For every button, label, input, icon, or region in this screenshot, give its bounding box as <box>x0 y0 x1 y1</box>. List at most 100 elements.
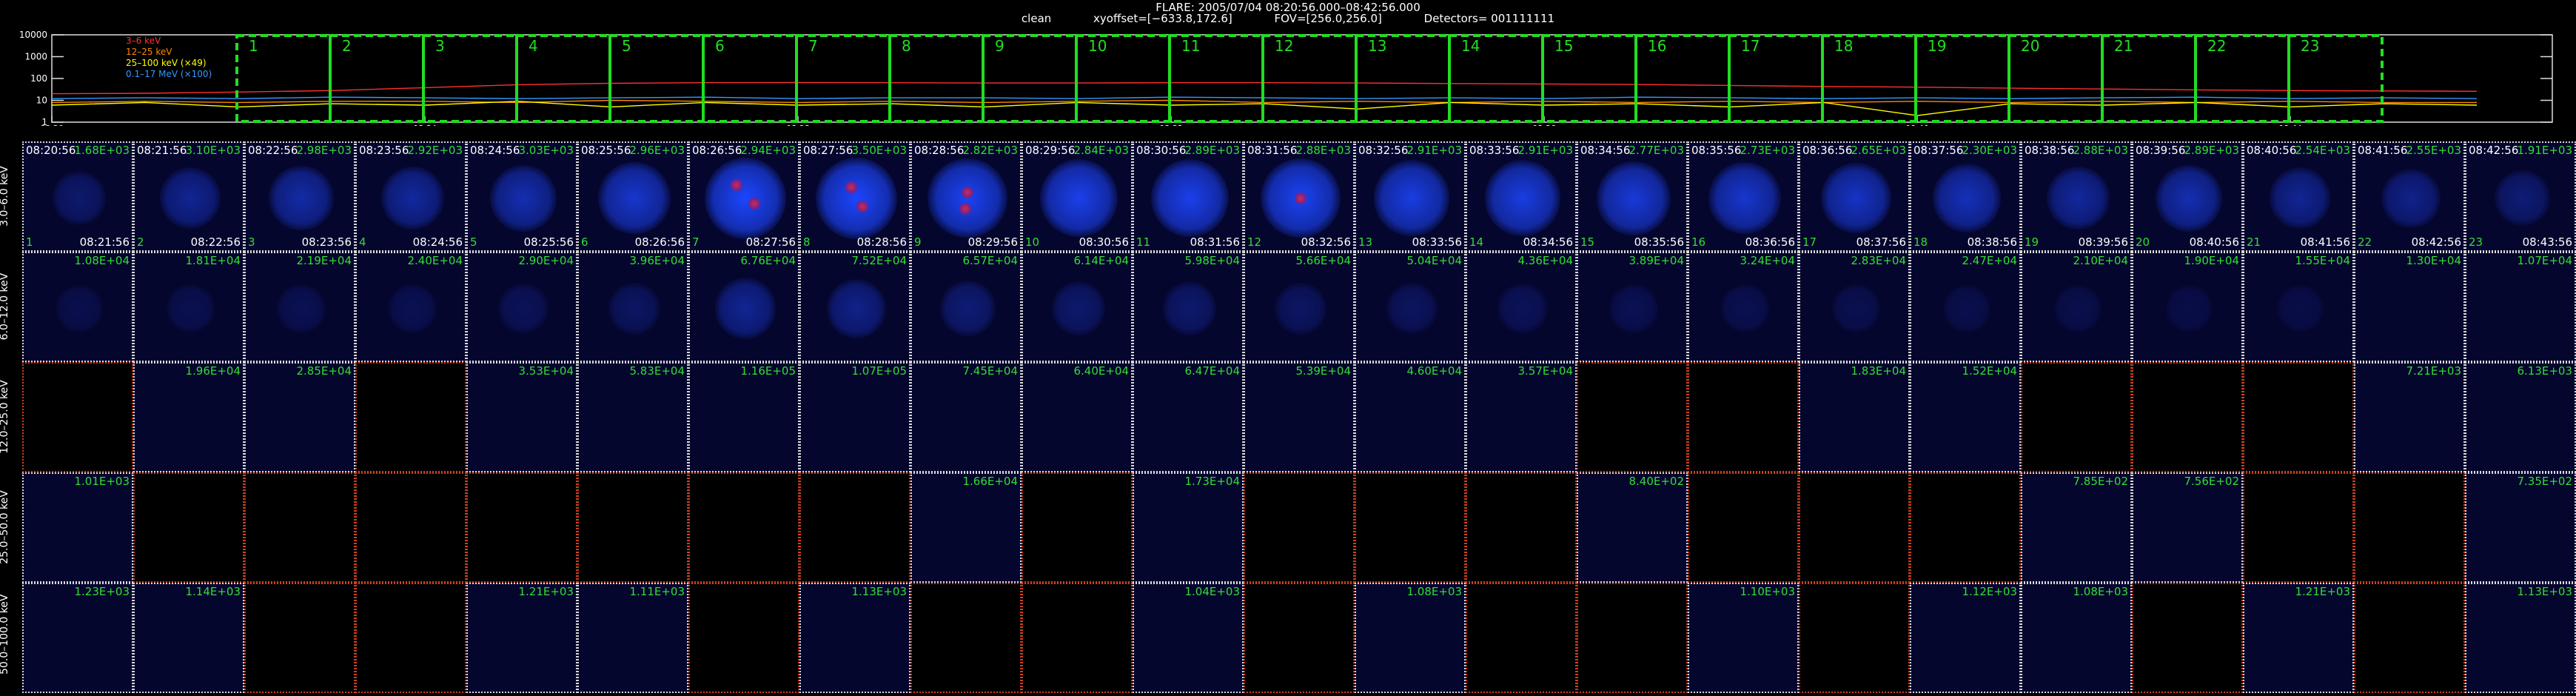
image-cell[interactable]: 7.56E+02 <box>2132 472 2243 583</box>
image-cell[interactable]: 5.98E+04 <box>1133 252 1244 362</box>
image-cell[interactable]: 2.19E+04 <box>244 252 355 362</box>
image-cell[interactable]: 1.07E+04 <box>2465 252 2576 362</box>
image-cell[interactable]: 5.83E+04 <box>577 362 688 472</box>
image-cell[interactable] <box>244 472 355 583</box>
image-cell[interactable]: 7.52E+04 <box>799 252 910 362</box>
image-cell[interactable] <box>1022 472 1133 583</box>
image-cell[interactable]: 7.35E+02 <box>2465 472 2576 583</box>
image-cell[interactable]: 1.07E+05 <box>799 362 910 472</box>
image-cell[interactable] <box>1577 583 1688 693</box>
image-cell[interactable]: 1.13E+03 <box>2465 583 2576 693</box>
image-cell[interactable]: 7.85E+02 <box>2021 472 2132 583</box>
image-cell[interactable] <box>910 583 1022 693</box>
image-cell[interactable]: 2.92E+03 08:23:56 08:24:56 4 <box>355 141 466 252</box>
image-cell[interactable]: 1.96E+04 <box>133 362 244 472</box>
image-cell[interactable]: 1.66E+04 <box>910 472 1022 583</box>
image-cell[interactable]: 1.12E+03 <box>1910 583 2021 693</box>
image-cell[interactable]: 1.68E+03 08:20:56 08:21:56 1 <box>22 141 133 252</box>
image-cell[interactable]: 1.23E+03 <box>22 583 133 693</box>
image-cell[interactable]: 8.40E+02 <box>1577 472 1688 583</box>
image-cell[interactable]: 2.10E+04 <box>2021 252 2132 362</box>
image-cell[interactable]: 5.04E+04 <box>1355 252 1466 362</box>
image-cell[interactable]: 1.13E+03 <box>799 583 910 693</box>
image-cell[interactable]: 1.08E+04 <box>22 252 133 362</box>
image-cell[interactable] <box>688 472 799 583</box>
image-cell[interactable]: 2.85E+04 <box>244 362 355 472</box>
image-cell[interactable] <box>2354 472 2465 583</box>
image-cell[interactable]: 2.88E+03 08:38:56 08:39:56 19 <box>2021 141 2132 252</box>
image-cell[interactable]: 2.96E+03 08:25:56 08:26:56 6 <box>577 141 688 252</box>
image-cell[interactable]: 2.40E+04 <box>355 252 466 362</box>
image-cell[interactable]: 6.14E+04 <box>1022 252 1133 362</box>
image-cell[interactable]: 1.16E+05 <box>688 362 799 472</box>
image-cell[interactable]: 3.03E+03 08:24:56 08:25:56 5 <box>466 141 577 252</box>
image-cell[interactable] <box>1022 583 1133 693</box>
image-cell[interactable] <box>355 583 466 693</box>
image-cell[interactable] <box>1688 472 1799 583</box>
image-cell[interactable]: 2.90E+04 <box>466 252 577 362</box>
image-cell[interactable]: 1.21E+03 <box>466 583 577 693</box>
image-cell[interactable] <box>1355 472 1466 583</box>
image-cell[interactable]: 2.88E+03 08:31:56 08:32:56 12 <box>1244 141 1355 252</box>
image-cell[interactable]: 2.65E+03 08:36:56 08:37:56 17 <box>1799 141 1910 252</box>
image-cell[interactable] <box>244 583 355 693</box>
image-cell[interactable]: 1.14E+03 <box>133 583 244 693</box>
image-cell[interactable]: 2.30E+03 08:37:56 08:38:56 18 <box>1910 141 2021 252</box>
image-cell[interactable]: 1.11E+03 <box>577 583 688 693</box>
image-cell[interactable]: 3.24E+04 <box>1688 252 1799 362</box>
image-cell[interactable]: 3.57E+04 <box>1466 362 1577 472</box>
image-cell[interactable]: 1.81E+04 <box>133 252 244 362</box>
image-cell[interactable]: 2.73E+03 08:35:56 08:36:56 16 <box>1688 141 1799 252</box>
image-cell[interactable] <box>2354 583 2465 693</box>
image-cell[interactable] <box>133 472 244 583</box>
image-cell[interactable] <box>1466 472 1577 583</box>
image-cell[interactable]: 6.76E+04 <box>688 252 799 362</box>
image-cell[interactable]: 2.54E+03 08:40:56 08:41:56 21 <box>2243 141 2354 252</box>
image-cell[interactable]: 2.91E+03 08:32:56 08:33:56 13 <box>1355 141 1466 252</box>
image-cell[interactable]: 6.57E+04 <box>910 252 1022 362</box>
image-cell[interactable]: 6.13E+03 <box>2465 362 2576 472</box>
image-cell[interactable]: 3.96E+04 <box>577 252 688 362</box>
image-cell[interactable] <box>1799 583 1910 693</box>
image-cell[interactable] <box>688 583 799 693</box>
image-cell[interactable] <box>1577 362 1688 472</box>
image-cell[interactable] <box>577 472 688 583</box>
image-cell[interactable]: 7.21E+03 <box>2354 362 2465 472</box>
image-cell[interactable] <box>2132 583 2243 693</box>
image-cell[interactable]: 1.08E+03 <box>2021 583 2132 693</box>
image-cell[interactable]: 1.52E+04 <box>1910 362 2021 472</box>
image-cell[interactable]: 4.36E+04 <box>1466 252 1577 362</box>
image-cell[interactable] <box>799 472 910 583</box>
image-cell[interactable]: 2.77E+03 08:34:56 08:35:56 15 <box>1577 141 1688 252</box>
image-cell[interactable] <box>1244 583 1355 693</box>
image-cell[interactable]: 7.45E+04 <box>910 362 1022 472</box>
image-cell[interactable]: 2.98E+03 08:22:56 08:23:56 3 <box>244 141 355 252</box>
image-cell[interactable]: 2.89E+03 08:30:56 08:31:56 11 <box>1133 141 1244 252</box>
image-cell[interactable] <box>355 472 466 583</box>
image-cell[interactable] <box>22 362 133 472</box>
image-cell[interactable]: 1.04E+03 <box>1133 583 1244 693</box>
image-cell[interactable] <box>2132 362 2243 472</box>
image-cell[interactable] <box>355 362 466 472</box>
image-cell[interactable] <box>466 472 577 583</box>
image-cell[interactable]: 3.10E+03 08:21:56 08:22:56 2 <box>133 141 244 252</box>
image-cell[interactable] <box>1688 362 1799 472</box>
image-cell[interactable]: 2.94E+03 08:26:56 08:27:56 7 <box>688 141 799 252</box>
image-cell[interactable]: 3.53E+04 <box>466 362 577 472</box>
image-cell[interactable]: 1.90E+04 <box>2132 252 2243 362</box>
image-cell[interactable]: 4.60E+04 <box>1355 362 1466 472</box>
image-cell[interactable]: 1.91E+03 08:42:56 08:43:56 23 <box>2465 141 2576 252</box>
image-cell[interactable]: 1.08E+03 <box>1355 583 1466 693</box>
image-cell[interactable] <box>1910 472 2021 583</box>
image-cell[interactable]: 1.83E+04 <box>1799 362 1910 472</box>
image-cell[interactable]: 2.83E+04 <box>1799 252 1910 362</box>
image-cell[interactable] <box>1244 472 1355 583</box>
image-cell[interactable]: 1.01E+03 <box>22 472 133 583</box>
image-cell[interactable] <box>2021 362 2132 472</box>
image-cell[interactable]: 1.30E+04 <box>2354 252 2465 362</box>
image-cell[interactable]: 2.55E+03 08:41:56 08:42:56 22 <box>2354 141 2465 252</box>
image-cell[interactable]: 3.89E+04 <box>1577 252 1688 362</box>
image-cell[interactable]: 5.39E+04 <box>1244 362 1355 472</box>
image-cell[interactable]: 2.91E+03 08:33:56 08:34:56 14 <box>1466 141 1577 252</box>
image-cell[interactable]: 5.66E+04 <box>1244 252 1355 362</box>
